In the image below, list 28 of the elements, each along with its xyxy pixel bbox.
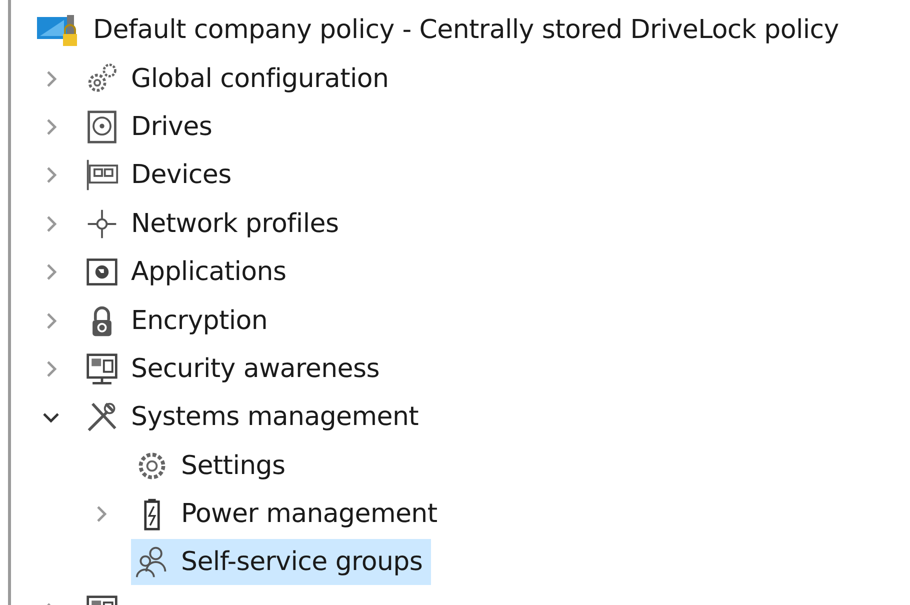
item-label: Encryption [131, 306, 268, 336]
tree-item[interactable]: Drives [81, 104, 220, 150]
tree-item[interactable]: Global configuration [81, 56, 397, 102]
tree-item[interactable]: Self-service groups [131, 539, 431, 586]
item-label: Drives [131, 112, 212, 142]
tree-item[interactable]: Systems management [81, 394, 427, 440]
monitor-icon [85, 352, 119, 386]
tree-item[interactable]: Power management [131, 491, 446, 538]
item-label: Power management [181, 499, 438, 530]
item-label: Security awareness [131, 354, 380, 384]
users-icon [135, 545, 169, 580]
item-label: Settings [181, 450, 286, 481]
tree-item[interactable]: Network profiles [81, 200, 347, 247]
item-label: Default company policy - Centrally stored DriveLock policy [93, 15, 839, 46]
item-label: Systems management [131, 402, 419, 432]
expansion-card-icon [85, 158, 119, 192]
item-label: Devices [131, 160, 232, 190]
item-label: Applications [131, 257, 286, 288]
tree-item[interactable]: Devices [81, 152, 240, 198]
item-label: Global configuration [131, 64, 389, 94]
tree-item[interactable]: Security awareness [81, 346, 388, 392]
tree-item[interactable]: Settings [131, 442, 294, 489]
tree-item[interactable]: Default company policy - Centrally stored DriveLock policy [31, 7, 847, 54]
item-label: Self-service groups [181, 547, 423, 578]
hard-drive-icon [85, 110, 119, 144]
tree-item[interactable]: Applications [81, 249, 294, 296]
item-label: Network profiles [131, 208, 339, 239]
tree-item[interactable]: Encryption [81, 298, 276, 344]
